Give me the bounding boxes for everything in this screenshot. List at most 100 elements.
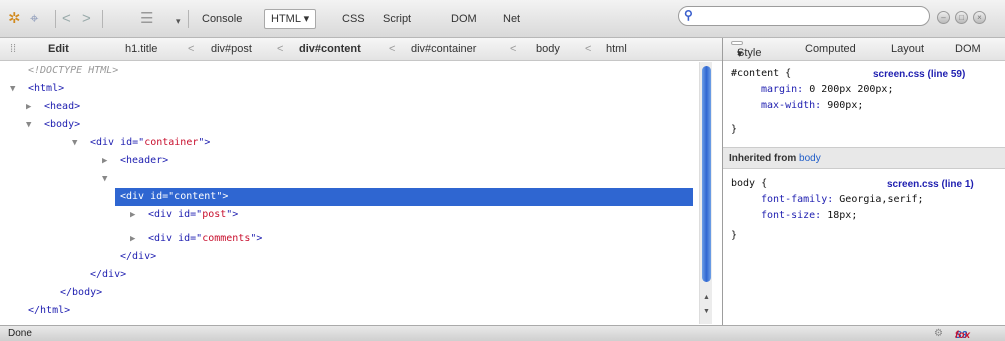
inherited-header: Inherited from body: [723, 147, 1005, 169]
css-rule-close: }: [731, 124, 738, 135]
breadcrumb-item-h1[interactable]: h1.title: [125, 43, 157, 55]
collapsed-twisty-icon[interactable]: ▶: [102, 156, 112, 166]
expanded-twisty-icon[interactable]: ▼: [26, 120, 36, 130]
forward-icon[interactable]: >: [82, 10, 91, 28]
breadcrumb-item-html[interactable]: html: [606, 43, 627, 55]
tree-tag-text: ">: [198, 137, 211, 148]
tree-attr-value: post: [202, 209, 227, 220]
back-icon[interactable]: <: [62, 10, 71, 28]
firebug-toolbar: ✲ ⌖ < > ☰ ▾ Console HTML ▾ CSS Script DO…: [0, 0, 1005, 38]
tree-post[interactable]: <div id="post">: [148, 206, 238, 224]
brand-fox: fox: [955, 330, 970, 341]
tree-tag-text: <div id=": [148, 209, 203, 220]
breadcrumb-item-content[interactable]: div#content: [299, 43, 361, 55]
css-declaration[interactable]: max-width: 900px;: [761, 100, 863, 111]
tree-tag-text: <div id=": [90, 137, 145, 148]
css-property: max-width:: [761, 100, 822, 111]
tree-container-open[interactable]: <div id="container">: [90, 134, 210, 152]
breadcrumb-separator: <: [585, 43, 592, 55]
tree-doctype: <!DOCTYPE HTML>: [28, 65, 119, 76]
tab-html[interactable]: HTML ▾: [264, 9, 317, 29]
css-declaration[interactable]: margin: 0 200px 200px;: [761, 84, 893, 95]
toolbar-divider: [102, 10, 103, 28]
collapsed-twisty-icon[interactable]: ▶: [130, 210, 140, 220]
tree-content-close[interactable]: </div>: [120, 248, 156, 266]
css-source-link[interactable]: screen.css (line 59): [873, 69, 965, 80]
css-rule-selector[interactable]: #content {: [731, 68, 791, 79]
tab-console[interactable]: Console: [196, 9, 248, 29]
breadcrumb-separator: <: [510, 43, 517, 55]
css-value: Georgia,serif;: [839, 194, 924, 205]
css-source-link[interactable]: screen.css (line 1): [887, 179, 974, 190]
css-rule-close: }: [731, 230, 738, 241]
maximize-icon[interactable]: □: [955, 11, 968, 24]
scroll-down-icon[interactable]: ▼: [702, 308, 711, 315]
tree-comments[interactable]: <div id="comments">: [148, 230, 262, 248]
grip-icon: ⁞⁞: [10, 43, 17, 55]
tab-layout[interactable]: Layout: [891, 43, 924, 55]
edit-button[interactable]: Edit: [48, 43, 69, 55]
breadcrumb-separator: <: [389, 43, 396, 55]
status-bar: Done ⚙ S3 fox: [0, 325, 1005, 341]
chevron-down-icon: ▾: [737, 48, 743, 60]
css-value: 18px;: [827, 210, 858, 221]
expanded-twisty-icon[interactable]: ▼: [102, 174, 112, 184]
tree-tag-text: <div id=": [148, 233, 203, 244]
breadcrumb-separator: <: [188, 43, 195, 55]
tab-dom[interactable]: DOM: [445, 9, 483, 29]
tab-computed[interactable]: Computed: [805, 43, 856, 55]
side-panel-tabs: Style ▾ Computed Layout DOM: [723, 38, 1005, 61]
collapsed-twisty-icon[interactable]: ▶: [26, 102, 36, 112]
chevron-down-icon: ▾: [303, 13, 310, 25]
status-icon: ⚙: [934, 328, 943, 339]
status-text: Done: [8, 328, 32, 339]
search-icon: ⚲: [684, 8, 693, 22]
dropdown-icon[interactable]: ▾: [176, 12, 181, 30]
scroll-up-icon[interactable]: ▲: [702, 294, 711, 301]
tree-content-open[interactable]: <div id="content">: [120, 188, 228, 206]
tree-body-close[interactable]: </body>: [60, 284, 102, 302]
tree-container-close[interactable]: </div>: [90, 266, 126, 284]
inspect-icon[interactable]: ⌖: [30, 10, 38, 28]
menu-icon[interactable]: ☰: [140, 10, 153, 28]
breadcrumb: ⁞⁞ Edit h1.title < div#post < div#conten…: [0, 38, 722, 61]
css-value: 0 200px 200px;: [809, 84, 894, 95]
tree-html-close[interactable]: </html>: [28, 302, 70, 320]
breadcrumb-item-container[interactable]: div#container: [411, 43, 476, 55]
css-property: font-family:: [761, 194, 834, 205]
css-declaration[interactable]: font-family: Georgia,serif;: [761, 194, 924, 205]
firebug-logo-icon[interactable]: ✲: [8, 10, 21, 28]
css-rule-selector[interactable]: body {: [731, 178, 767, 189]
tab-html-label: HTML: [271, 13, 301, 25]
css-declaration[interactable]: font-size: 18px;: [761, 210, 857, 221]
html-tree: <!DOCTYPE HTML> ▼ <html> ▶ <head> ▼ <bod…: [0, 62, 696, 324]
inherited-body-link[interactable]: body: [799, 153, 821, 164]
search-input[interactable]: ⚲: [678, 6, 930, 26]
scrollbar-thumb[interactable]: [702, 66, 711, 282]
tree-html-open[interactable]: <html>: [28, 80, 64, 98]
expanded-twisty-icon[interactable]: ▼: [10, 84, 20, 94]
collapsed-twisty-icon[interactable]: ▶: [130, 234, 140, 244]
breadcrumb-item-body[interactable]: body: [536, 43, 560, 55]
tree-head[interactable]: <head>: [44, 98, 80, 116]
tree-body-open[interactable]: <body>: [44, 116, 80, 134]
minimize-icon[interactable]: –: [937, 11, 950, 24]
close-icon[interactable]: ×: [973, 11, 986, 24]
tree-attr-value: container: [144, 137, 199, 148]
tab-dom-side[interactable]: DOM: [955, 43, 981, 55]
toolbar-divider: [188, 10, 189, 28]
expanded-twisty-icon[interactable]: ▼: [72, 138, 82, 148]
css-value: 900px;: [827, 100, 864, 111]
tab-style[interactable]: Style ▾: [731, 41, 761, 60]
tree-scrollbar[interactable]: ▲ ▼: [699, 62, 712, 324]
inherited-label: Inherited from: [729, 153, 797, 164]
tree-tag-text: ">: [226, 209, 239, 220]
breadcrumb-item-post[interactable]: div#post: [211, 43, 252, 55]
breadcrumb-separator: <: [277, 43, 284, 55]
tree-header[interactable]: <header>: [120, 152, 168, 170]
tab-css[interactable]: CSS: [336, 9, 371, 29]
tree-tag-text: ">: [250, 233, 263, 244]
tab-script[interactable]: Script: [377, 9, 417, 29]
tab-net[interactable]: Net: [497, 9, 526, 29]
tree-attr-value: comments: [202, 233, 251, 244]
